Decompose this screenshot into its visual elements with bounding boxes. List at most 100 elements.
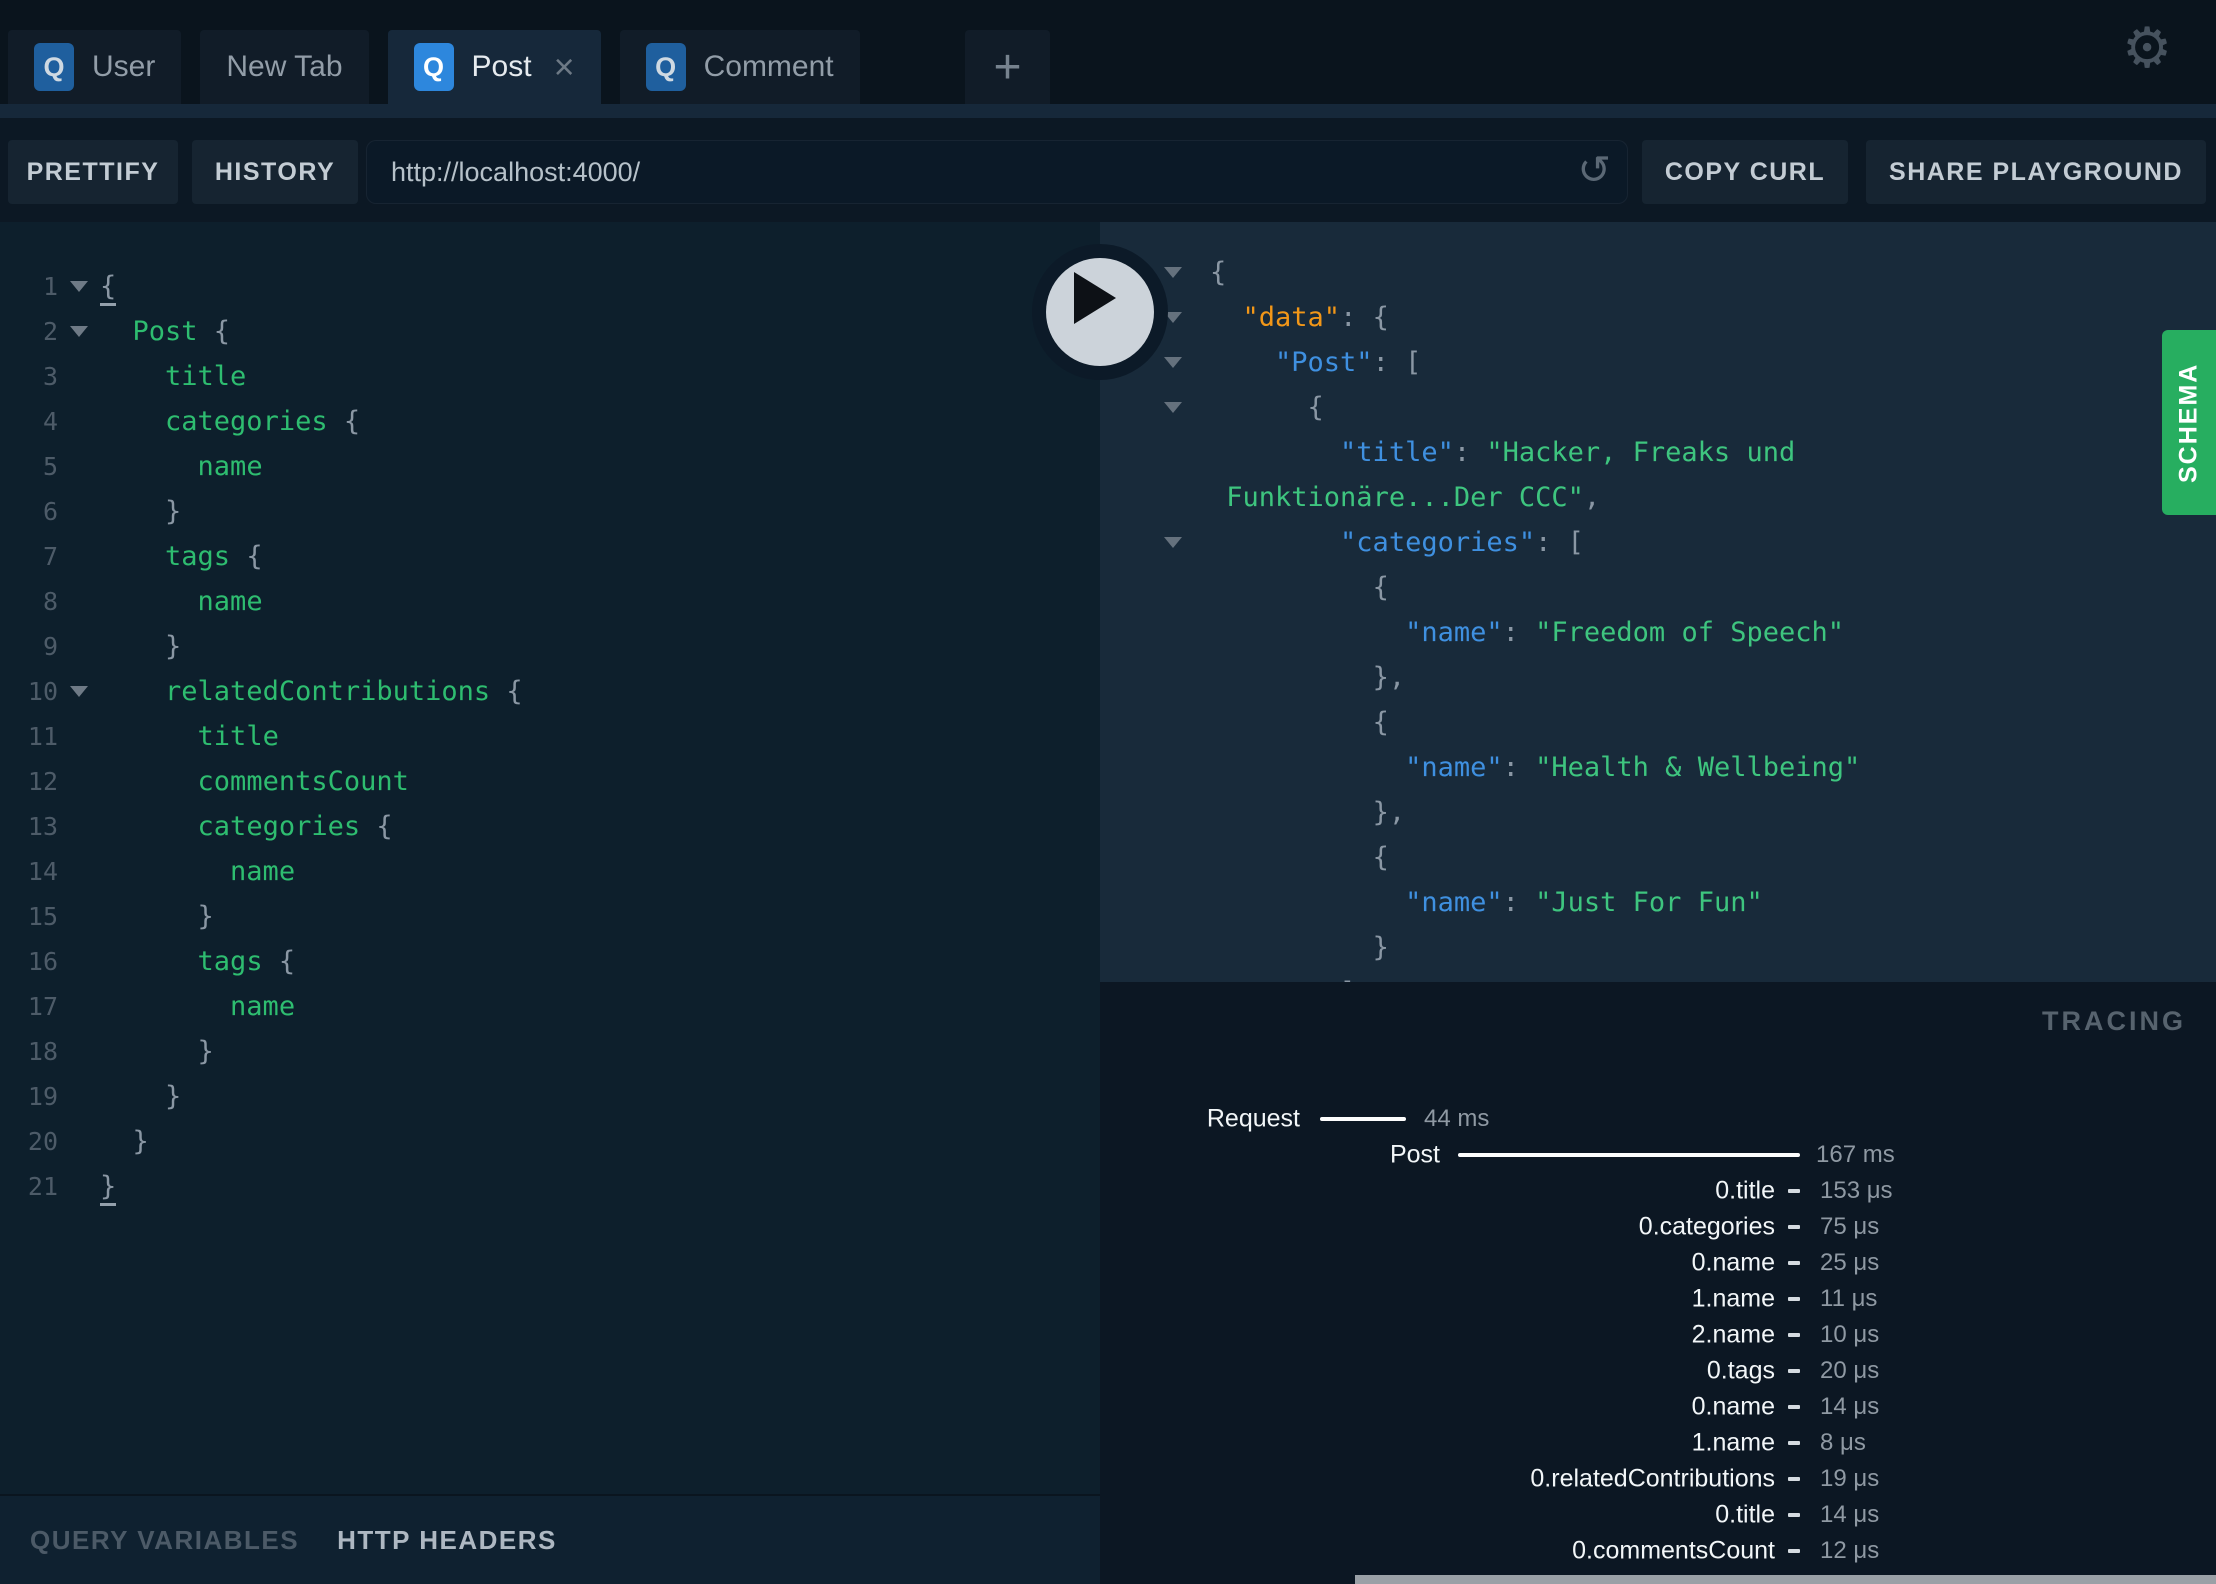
query-line: 21}: [0, 1164, 1100, 1209]
line-number: 15: [27, 902, 58, 931]
response-line: }: [1100, 925, 2216, 970]
code-text: }: [165, 631, 182, 662]
trace-value: 44 ms: [1424, 1105, 1490, 1132]
trace-row: 1.name 8 μs: [1100, 1425, 2216, 1461]
fold-icon[interactable]: [70, 686, 88, 697]
query-line: 18 }: [0, 1029, 1100, 1074]
toolbar: PRETTIFY HISTORY ↺ COPY CURL SHARE PLAYG…: [0, 118, 2216, 222]
fold-icon[interactable]: [1164, 357, 1182, 368]
query-line: 3 title: [0, 354, 1100, 399]
schema-side-tab[interactable]: SCHEMA: [2162, 330, 2216, 515]
endpoint-url-input[interactable]: [367, 141, 1627, 203]
query-line: 9 }: [0, 624, 1100, 669]
tab-comment[interactable]: Q Comment: [619, 30, 860, 104]
history-button[interactable]: HISTORY: [192, 140, 358, 204]
code-text: Funktionäre...Der CCC",: [1226, 482, 1601, 513]
response-line: "name": "Just For Fun": [1100, 880, 2216, 925]
trace-value: 8 μs: [1820, 1429, 1866, 1456]
line-number: 9: [42, 632, 58, 661]
query-variables-tab[interactable]: QUERY VARIABLES: [30, 1525, 299, 1556]
query-line: 20 }: [0, 1119, 1100, 1164]
trace-value: 75 μs: [1820, 1213, 1880, 1240]
query-line: 19 }: [0, 1074, 1100, 1119]
fold-icon[interactable]: [70, 326, 88, 337]
trace-row: 0.tags 20 μs: [1100, 1353, 2216, 1389]
code-text: categories {: [165, 406, 361, 437]
fold-icon[interactable]: [1164, 267, 1182, 278]
trace-row: 0.relatedContributions 19 μs: [1100, 1461, 2216, 1497]
query-line: 12 commentsCount: [0, 759, 1100, 804]
trace-row: 0.commentsCount 12 μs: [1100, 1533, 2216, 1569]
trace-label: 2.name: [1691, 1320, 1775, 1349]
fold-icon[interactable]: [70, 281, 88, 292]
trace-value: 153 μs: [1820, 1177, 1893, 1204]
code-text: {: [1210, 257, 1227, 288]
tab-new-tab[interactable]: New Tab: [200, 30, 369, 104]
code-text: }: [1372, 932, 1389, 963]
close-tab-icon[interactable]: ×: [550, 49, 575, 85]
trace-row: Request 44 ms: [1100, 1101, 2216, 1137]
query-editor-pane[interactable]: 1{2 Post {3 title 4 categories {5 name 6 }…: [0, 222, 1100, 1494]
tab-post[interactable]: Q Post ×: [387, 30, 601, 104]
fold-icon[interactable]: [1164, 402, 1182, 413]
query-line: 17 name: [0, 984, 1100, 1029]
tab-bar: Q User New Tab Q Post × Q Comment + ⚙: [0, 0, 2216, 104]
query-badge-icon: Q: [645, 43, 686, 91]
trace-label: 0.commentsCount: [1572, 1536, 1775, 1565]
trace-label: 0.title: [1715, 1176, 1775, 1205]
execute-query-button[interactable]: [1032, 244, 1168, 380]
prettify-button[interactable]: PRETTIFY: [8, 140, 178, 204]
horizontal-scrollbar[interactable]: [1355, 1575, 2216, 1584]
trace-row: 0.title 14 μs: [1100, 1497, 2216, 1533]
code-text: commentsCount: [197, 766, 409, 797]
code-text: "name": "Just For Fun": [1405, 887, 1763, 918]
query-line: 13 categories {: [0, 804, 1100, 849]
tab-user[interactable]: Q User: [8, 30, 182, 104]
code-text: {: [1372, 842, 1389, 873]
response-line: {: [1100, 250, 2216, 295]
new-tab-button[interactable]: +: [965, 30, 1050, 104]
trace-label: 1.name: [1691, 1428, 1775, 1457]
trace-dash-icon: [1788, 1513, 1800, 1517]
query-line: 15 }: [0, 894, 1100, 939]
trace-dash-icon: [1788, 1261, 1800, 1265]
line-number: 10: [27, 677, 58, 706]
fold-icon[interactable]: [1164, 537, 1182, 548]
query-line: 11 title: [0, 714, 1100, 759]
trace-label: 0.tags: [1706, 1356, 1775, 1385]
response-line: },: [1100, 790, 2216, 835]
trace-bar: [1458, 1153, 1800, 1157]
fold-gutter: [58, 281, 100, 292]
response-line: {: [1100, 385, 2216, 430]
query-line: 4 categories {: [0, 399, 1100, 444]
query-line: 8 name: [0, 579, 1100, 624]
fold-gutter: [58, 686, 100, 697]
line-number: 1: [42, 272, 58, 301]
trace-bar: [1320, 1117, 1406, 1121]
response-line: Funktionäre...Der CCC",: [1100, 475, 2216, 520]
code-text: name: [230, 856, 296, 887]
code-text: name: [197, 451, 263, 482]
trace-value: 19 μs: [1820, 1465, 1880, 1492]
code-text: }: [165, 496, 182, 527]
response-line: {: [1100, 835, 2216, 880]
response-line: "name": "Health & Wellbeing": [1100, 745, 2216, 790]
response-line: {: [1100, 565, 2216, 610]
reload-icon[interactable]: ↺: [1577, 150, 1611, 190]
trace-label: 0.relatedContributions: [1530, 1464, 1775, 1493]
copy-curl-button[interactable]: COPY CURL: [1642, 140, 1848, 204]
settings-gear-icon[interactable]: ⚙: [2122, 20, 2172, 76]
code-text: {: [100, 271, 117, 306]
trace-dash-icon: [1788, 1333, 1800, 1337]
share-playground-button[interactable]: SHARE PLAYGROUND: [1866, 140, 2206, 204]
code-text: name: [230, 991, 296, 1022]
tracing-rows: Request 44 ms Post 167 ms 0.title 153 μs 0.cat…: [1100, 1101, 2216, 1584]
query-line: 2 Post {: [0, 309, 1100, 354]
code-text: {: [1372, 572, 1389, 603]
trace-value: 167 ms: [1816, 1141, 1895, 1168]
tab-label: New Tab: [226, 50, 343, 83]
line-number: 14: [27, 857, 58, 886]
line-number: 16: [27, 947, 58, 976]
code-text: }: [197, 1036, 214, 1067]
http-headers-tab[interactable]: HTTP HEADERS: [337, 1525, 557, 1556]
